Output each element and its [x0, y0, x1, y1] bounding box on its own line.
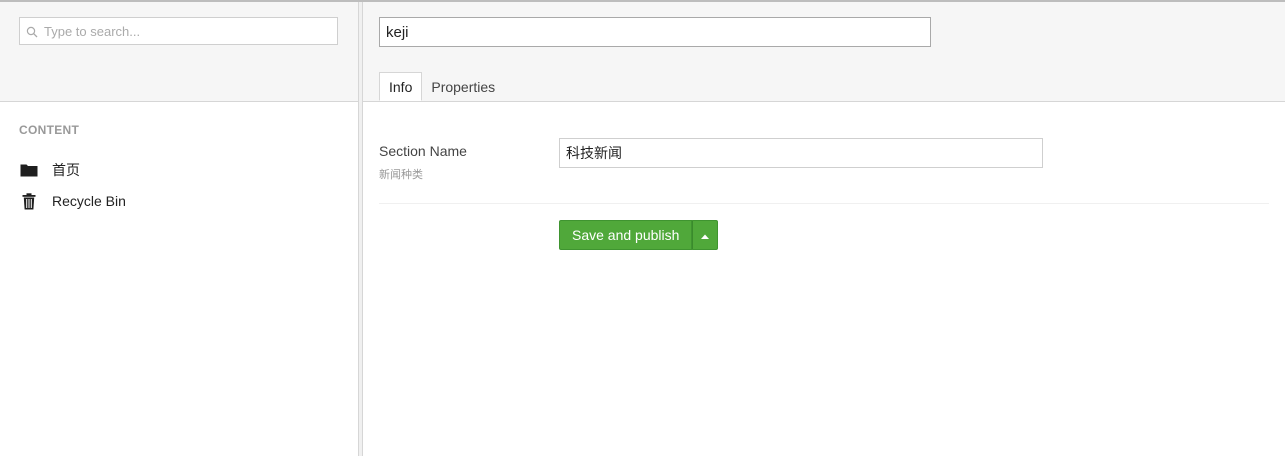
section-name-description: 新闻种类: [379, 169, 423, 181]
search-input[interactable]: [44, 20, 334, 42]
search-icon: [26, 25, 38, 38]
section-name-label: Section Name: [379, 143, 467, 159]
editor-panel: Info Properties Section Name 新闻种类 Save a…: [363, 2, 1285, 456]
tab-bar: Info Properties: [379, 72, 504, 102]
tab-info[interactable]: Info: [379, 72, 423, 101]
tree-item-recycle-bin[interactable]: Recycle Bin: [19, 189, 126, 213]
save-and-publish-button[interactable]: Save and publish: [559, 220, 693, 250]
save-options-dropdown[interactable]: [692, 220, 719, 250]
section-label: CONTENT: [19, 123, 80, 137]
caret-up-icon: [701, 226, 710, 244]
divider: [379, 203, 1269, 204]
sidebar-header: [0, 2, 358, 102]
tab-properties[interactable]: Properties: [422, 72, 504, 101]
section-name-input[interactable]: [559, 138, 1043, 168]
node-name-input[interactable]: [379, 17, 931, 47]
folder-icon: [19, 161, 39, 179]
trash-icon: [19, 192, 39, 210]
tree-item-home[interactable]: 首页: [19, 158, 80, 182]
tree-item-label: Recycle Bin: [52, 193, 126, 209]
sidebar: CONTENT 首页 Recycle Bin: [0, 2, 358, 456]
save-button-group: Save and publish: [559, 220, 719, 250]
search-box[interactable]: [19, 17, 338, 45]
editor-header: Info Properties: [363, 2, 1285, 102]
tree-item-label: 首页: [52, 162, 80, 178]
